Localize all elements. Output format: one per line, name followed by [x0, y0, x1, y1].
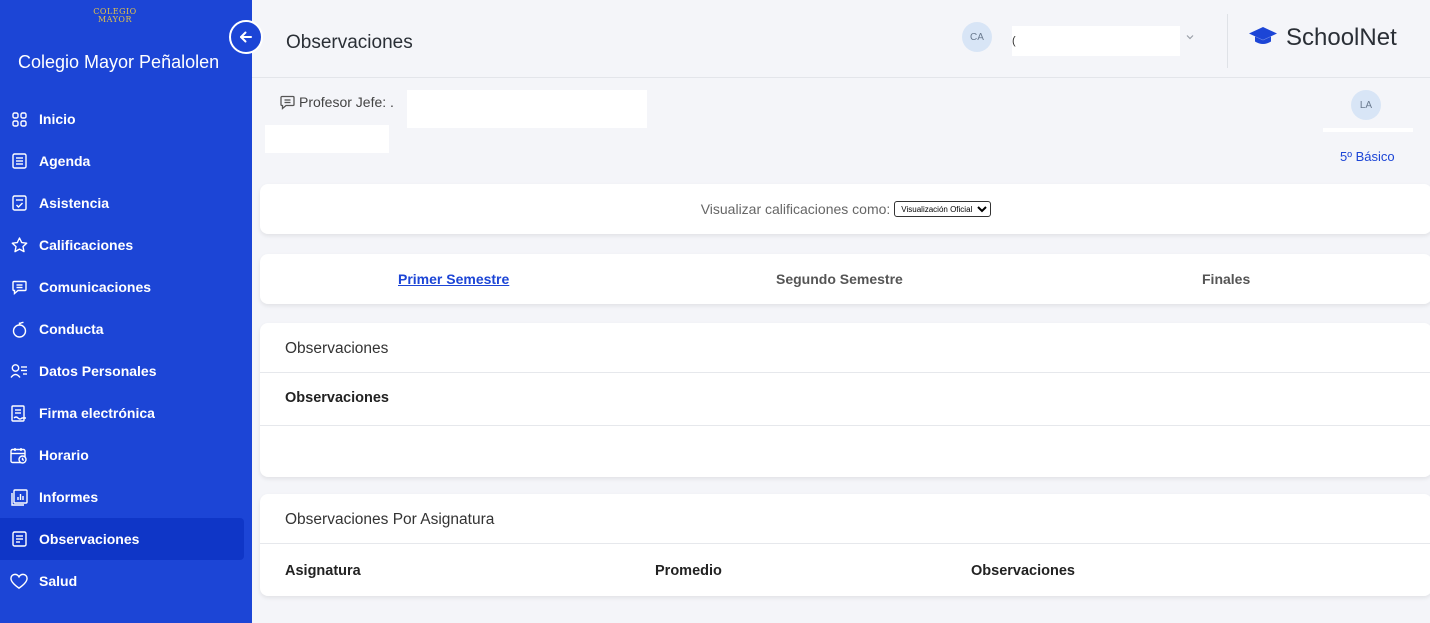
signature-icon [10, 404, 28, 422]
brand-name: SchoolNet [1286, 24, 1397, 51]
calendar-clock-icon [10, 446, 28, 464]
sidebar-item-label: Informes [39, 489, 99, 505]
sidebar-item-label: Agenda [39, 153, 91, 169]
observaciones-por-asignatura-card: Observaciones Por Asignatura Asignatura … [260, 494, 1430, 596]
message-icon [10, 278, 28, 296]
graduation-cap-icon [1248, 25, 1278, 52]
view-mode-card: Visualizar calificaciones como: Visualiz… [260, 184, 1430, 234]
divider [260, 372, 1430, 373]
sidebar-item-calificaciones[interactable]: Calificaciones [0, 224, 252, 266]
course-link[interactable]: 5º Básico [1340, 149, 1395, 164]
sidebar-nav: Inicio Agenda Asistencia Calificaciones [0, 98, 252, 602]
teacher-info: Profesor Jefe: . [280, 94, 394, 110]
sidebar-item-label: Firma electrónica [39, 405, 155, 421]
school-logo: COLEGIO MAYOR [93, 7, 137, 24]
user-avatar[interactable]: CA [962, 22, 992, 52]
sidebar-item-label: Comunicaciones [39, 279, 152, 295]
divider [260, 543, 1430, 544]
user-name[interactable]: ( [1012, 26, 1180, 56]
sidebar-item-label: Datos Personales [39, 363, 157, 379]
arrow-left-icon [240, 31, 252, 43]
redacted-block [265, 125, 389, 153]
column-header-observaciones: Observaciones [971, 563, 1075, 579]
user-list-icon [10, 362, 28, 380]
sidebar-item-label: Asistencia [39, 195, 110, 211]
redacted-block [407, 90, 647, 128]
sidebar-item-asistencia[interactable]: Asistencia [0, 182, 252, 224]
sidebar-item-label: Inicio [39, 111, 76, 127]
column-header-observaciones: Observaciones [285, 390, 389, 406]
attendance-icon [10, 194, 28, 212]
sidebar-item-firma-electronica[interactable]: Firma electrónica [0, 392, 252, 434]
column-header-asignatura: Asignatura [285, 563, 361, 579]
sidebar-item-label: Salud [39, 573, 78, 589]
sidebar-item-label: Horario [39, 447, 89, 463]
divider [260, 425, 1430, 426]
apple-icon [10, 320, 28, 338]
sidebar: COLEGIO MAYOR Colegio Mayor Peñalolen In… [0, 0, 252, 623]
top-header: Observaciones CA ( SchoolNet [252, 0, 1430, 78]
observaciones-card: Observaciones Observaciones [260, 323, 1430, 477]
chevron-down-icon[interactable] [1186, 32, 1194, 43]
tab-primer-semestre[interactable]: Primer Semestre [398, 271, 509, 287]
sidebar-item-comunicaciones[interactable]: Comunicaciones [0, 266, 252, 308]
tab-finales[interactable]: Finales [1202, 271, 1250, 287]
sidebar-item-informes[interactable]: Informes [0, 476, 252, 518]
student-avatar: LA [1351, 90, 1381, 120]
sidebar-item-observaciones[interactable]: Observaciones [0, 518, 244, 560]
student-info: Profesor Jefe: . LA 5º Básico [265, 88, 1430, 176]
sidebar-item-conducta[interactable]: Conducta [0, 308, 252, 350]
agenda-icon [10, 152, 28, 170]
observaciones-por-asignatura-title: Observaciones Por Asignatura [285, 511, 495, 528]
sidebar-item-inicio[interactable]: Inicio [0, 98, 252, 140]
redacted-block [1323, 128, 1413, 132]
message-icon [280, 95, 295, 110]
teacher-label: Profesor Jefe: . [299, 94, 394, 110]
star-icon [10, 236, 28, 254]
tab-segundo-semestre[interactable]: Segundo Semestre [776, 271, 903, 287]
grid-icon [10, 110, 28, 128]
heart-icon [10, 572, 28, 590]
page-title: Observaciones [286, 32, 413, 53]
sidebar-item-label: Conducta [39, 321, 104, 337]
semester-tabs: Primer Semestre Segundo Semestre Finales [260, 254, 1430, 304]
view-mode-select[interactable]: Visualización Oficial [894, 201, 992, 217]
sidebar-item-datos-personales[interactable]: Datos Personales [0, 350, 252, 392]
view-mode-label: Visualizar calificaciones como: [700, 201, 891, 217]
header-divider [1227, 14, 1228, 68]
notes-icon [10, 530, 28, 548]
observaciones-title: Observaciones [285, 340, 389, 357]
sidebar-item-label: Observaciones [39, 531, 140, 547]
school-name: Colegio Mayor Peñalolen [18, 52, 220, 72]
collapse-sidebar-button[interactable] [229, 20, 263, 54]
sidebar-item-agenda[interactable]: Agenda [0, 140, 252, 182]
sidebar-item-horario[interactable]: Horario [0, 434, 252, 476]
brand: SchoolNet [1248, 24, 1397, 52]
sidebar-item-salud[interactable]: Salud [0, 560, 252, 602]
column-header-promedio: Promedio [655, 563, 722, 579]
sidebar-item-label: Calificaciones [39, 237, 134, 253]
report-icon [10, 488, 28, 506]
